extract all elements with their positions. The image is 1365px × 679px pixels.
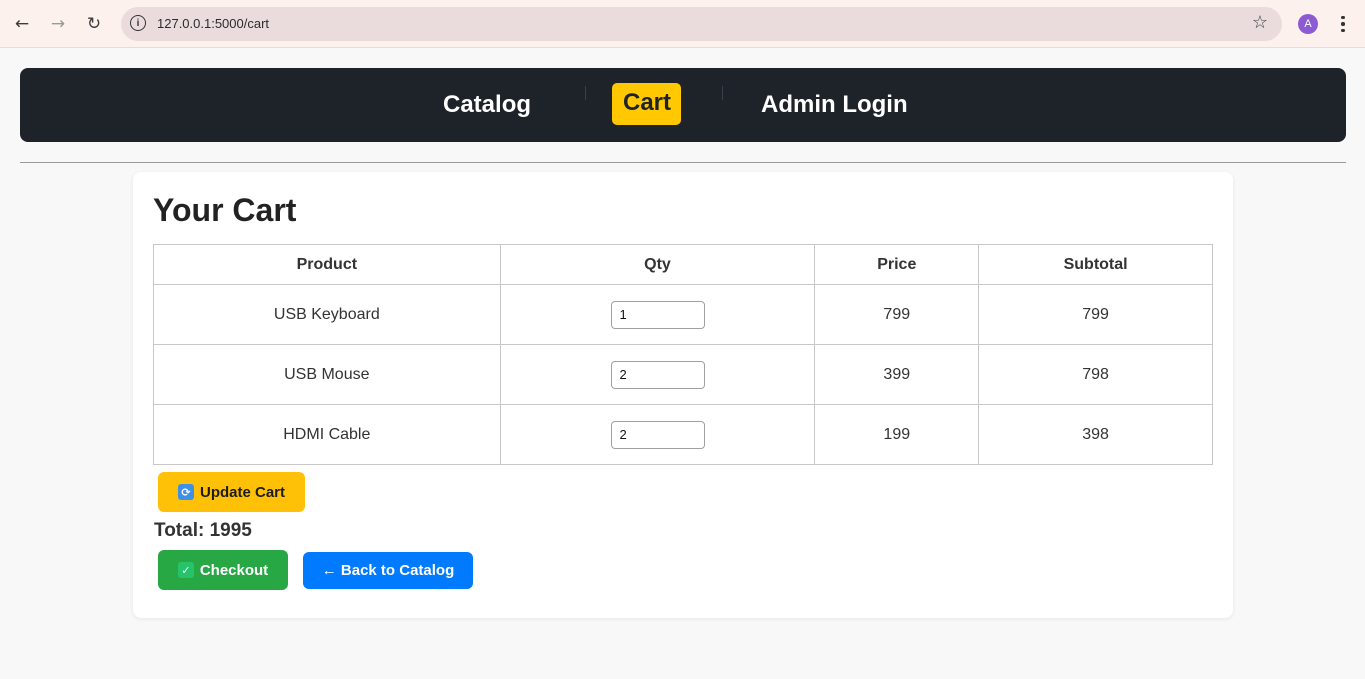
forward-arrow-icon[interactable]: → <box>46 12 70 36</box>
site-navbar: Catalog Cart Admin Login <box>20 68 1346 142</box>
bookmark-star-icon[interactable]: ☆ <box>1252 12 1268 33</box>
subtotal-cell: 799 <box>978 284 1213 345</box>
site-info-icon[interactable]: i <box>130 15 146 31</box>
column-header-subtotal: Subtotal <box>978 244 1213 285</box>
table-row: HDMI Cable 199 398 <box>153 404 1213 465</box>
qty-cell <box>499 344 816 405</box>
column-header-product: Product <box>153 244 501 285</box>
nav-cart-link[interactable]: Cart <box>612 83 682 125</box>
address-bar[interactable]: i 127.0.0.1:5000/cart ☆ <box>121 7 1282 41</box>
price-cell: 199 <box>814 404 980 465</box>
table-header-row: Product Qty Price Subtotal <box>153 244 1213 285</box>
back-to-catalog-button[interactable]: ← Back to Catalog <box>303 552 473 589</box>
browser-menu-icon[interactable] <box>1334 12 1352 36</box>
qty-cell <box>499 284 816 345</box>
back-arrow-icon[interactable]: ← <box>10 12 34 36</box>
back-to-catalog-label: ← Back to Catalog <box>321 562 455 579</box>
product-name: USB Mouse <box>153 344 501 405</box>
page-title: Your Cart <box>153 192 297 228</box>
profile-avatar[interactable]: A <box>1298 14 1318 34</box>
qty-cell <box>499 404 816 465</box>
nav-divider <box>585 86 586 100</box>
url-text[interactable]: 127.0.0.1:5000/cart <box>157 16 269 31</box>
cart-card: Your Cart Product Qty Price Subtotal USB… <box>133 172 1233 618</box>
subtotal-cell: 398 <box>978 404 1213 465</box>
price-cell: 399 <box>814 344 980 405</box>
price-cell: 799 <box>814 284 980 345</box>
checkout-button[interactable]: ✓ Checkout <box>158 550 288 590</box>
checkmark-icon: ✓ <box>177 562 194 578</box>
product-name: USB Keyboard <box>153 284 501 345</box>
reload-icon[interactable]: ↻ <box>82 12 106 36</box>
cart-total: Total: 1995 <box>154 520 252 541</box>
update-cart-label: Update Cart <box>199 483 285 501</box>
browser-toolbar: ← → ↻ i 127.0.0.1:5000/cart ☆ A <box>0 0 1365 48</box>
update-cart-button[interactable]: ⟳ Update Cart <box>158 472 305 512</box>
nav-divider <box>722 86 723 100</box>
subtotal-cell: 798 <box>978 344 1213 405</box>
refresh-icon: ⟳ <box>177 484 194 500</box>
nav-catalog-link[interactable]: Catalog <box>443 91 531 119</box>
cart-table: Product Qty Price Subtotal USB Keyboard … <box>153 244 1213 465</box>
table-row: USB Mouse 399 798 <box>153 344 1213 405</box>
checkout-label: Checkout <box>199 561 269 579</box>
quantity-input[interactable] <box>610 360 705 389</box>
quantity-input[interactable] <box>610 420 705 449</box>
product-name: HDMI Cable <box>153 404 501 465</box>
column-header-price: Price <box>814 244 980 285</box>
column-header-qty: Qty <box>499 244 816 285</box>
quantity-input[interactable] <box>610 300 705 329</box>
table-row: USB Keyboard 799 799 <box>153 284 1213 345</box>
nav-admin-login-link[interactable]: Admin Login <box>761 91 908 119</box>
horizontal-rule <box>20 162 1346 163</box>
